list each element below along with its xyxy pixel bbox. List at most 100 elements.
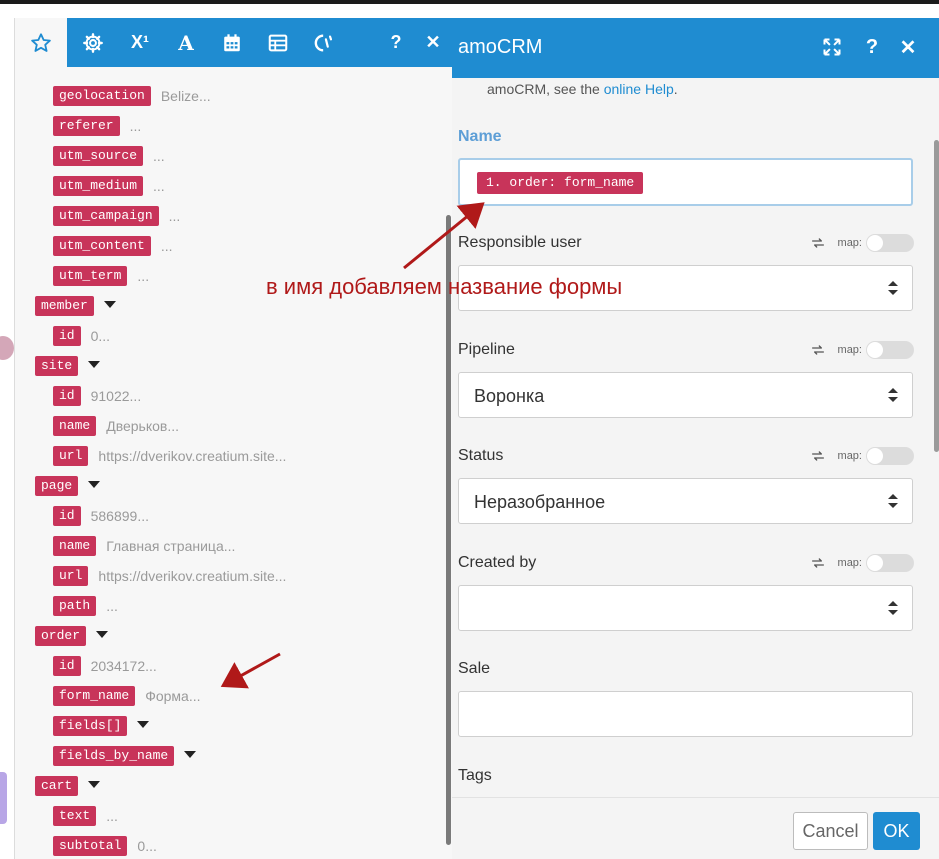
variable-pill[interactable]: utm_medium bbox=[53, 176, 144, 196]
tree-node-url[interactable]: url https://dverikov.creatium.site... bbox=[53, 446, 286, 466]
variable-pill[interactable]: url bbox=[53, 566, 89, 586]
calendar-icon[interactable] bbox=[208, 18, 256, 67]
tree-node-id[interactable]: id 586899... bbox=[53, 506, 149, 526]
expand-caret-icon[interactable] bbox=[184, 750, 197, 758]
tree-node-referer[interactable]: referer... bbox=[53, 116, 141, 136]
expand-caret-icon[interactable] bbox=[88, 780, 101, 788]
variable-pill[interactable]: fields[] bbox=[53, 716, 128, 736]
variable-value: Форма... bbox=[145, 688, 201, 704]
variable-pill[interactable]: page bbox=[35, 476, 79, 496]
variable-pill[interactable]: id bbox=[53, 656, 81, 676]
variable-pill[interactable]: cart bbox=[35, 776, 79, 796]
variable-pill[interactable]: referer bbox=[53, 116, 120, 136]
mapped-variable-chip[interactable]: 1. order: form_name bbox=[477, 172, 644, 194]
status-select[interactable]: Неразобранное bbox=[458, 478, 913, 524]
tree-node-geolocation[interactable]: geolocation Belize... bbox=[53, 86, 211, 106]
variable-value: Главная страница... bbox=[106, 538, 236, 554]
tree-node-utm-campaign[interactable]: utm_campaign... bbox=[53, 206, 180, 226]
dialog-scrollbar[interactable] bbox=[934, 140, 939, 452]
tree-node-fields[interactable]: fields[] bbox=[53, 716, 150, 736]
tree-node-utm-medium[interactable]: utm_medium... bbox=[53, 176, 165, 196]
tree-node-subtotal[interactable]: subtotal 0... bbox=[53, 836, 157, 856]
variable-pill[interactable]: site bbox=[35, 356, 79, 376]
tree-node-name[interactable]: name Главная страница... bbox=[53, 536, 235, 556]
variable-tree: geolocation Belize... referer... utm_source… bbox=[15, 67, 453, 859]
tree-node-order[interactable]: order bbox=[35, 626, 109, 646]
text-format-icon[interactable]: A bbox=[162, 18, 210, 67]
tree-node-id[interactable]: id 2034172... bbox=[53, 656, 157, 676]
expand-caret-icon[interactable] bbox=[88, 360, 101, 368]
expand-caret-icon[interactable] bbox=[103, 300, 116, 308]
variable-pill[interactable]: id bbox=[53, 386, 81, 406]
tree-node-cart[interactable]: cart bbox=[35, 776, 101, 796]
sale-input[interactable] bbox=[458, 691, 913, 737]
variable-pill[interactable]: fields_by_name bbox=[53, 746, 175, 766]
tree-node-path[interactable]: path... bbox=[53, 596, 118, 616]
name-field[interactable]: 1. order: form_name bbox=[458, 158, 913, 206]
tags-label: Tags bbox=[458, 767, 492, 784]
variable-value: 586899... bbox=[90, 508, 149, 524]
variable-pill[interactable]: path bbox=[53, 596, 97, 616]
star-icon[interactable] bbox=[15, 18, 67, 67]
tree-node-site[interactable]: site bbox=[35, 356, 101, 376]
tree-node-member[interactable]: member bbox=[35, 296, 116, 316]
online-help-link[interactable]: online Help bbox=[604, 81, 674, 97]
variable-pill[interactable]: order bbox=[35, 626, 87, 646]
map-toggle[interactable] bbox=[866, 341, 914, 359]
variable-pill[interactable]: url bbox=[53, 446, 89, 466]
ok-button[interactable]: OK bbox=[873, 812, 920, 850]
responsible-map-toggle-row: map: bbox=[810, 234, 914, 252]
variable-pill[interactable]: utm_content bbox=[53, 236, 151, 256]
variable-pill[interactable]: name bbox=[53, 536, 97, 556]
tree-node-name[interactable]: name Дверьков... bbox=[53, 416, 179, 436]
name-label: Name bbox=[458, 128, 502, 145]
refresh-icon[interactable] bbox=[810, 448, 826, 464]
tree-node-utm-term[interactable]: utm_term... bbox=[53, 266, 149, 286]
function-icon[interactable] bbox=[301, 18, 349, 67]
pipeline-select[interactable]: Воронка bbox=[458, 372, 913, 418]
dialog-help-icon[interactable]: ? bbox=[860, 35, 884, 59]
expand-caret-icon[interactable] bbox=[137, 720, 150, 728]
table-icon[interactable] bbox=[254, 18, 302, 67]
refresh-icon[interactable] bbox=[810, 235, 826, 251]
expand-icon[interactable] bbox=[820, 35, 844, 59]
variable-value: 0... bbox=[90, 328, 111, 344]
cancel-button[interactable]: Cancel bbox=[793, 812, 868, 850]
tree-node-page[interactable]: page bbox=[35, 476, 101, 496]
mapping-scrollbar[interactable] bbox=[446, 215, 451, 845]
variable-pill[interactable]: utm_campaign bbox=[53, 206, 159, 226]
refresh-icon[interactable] bbox=[810, 342, 826, 358]
gear-icon[interactable] bbox=[69, 18, 117, 67]
tree-node-id[interactable]: id 91022... bbox=[53, 386, 141, 406]
close-icon[interactable]: ✕ bbox=[409, 18, 453, 67]
variable-pill[interactable]: utm_source bbox=[53, 146, 144, 166]
refresh-icon[interactable] bbox=[810, 555, 826, 571]
tree-node-id[interactable]: id 0... bbox=[53, 326, 110, 346]
tree-node-fields-by-name[interactable]: fields_by_name bbox=[53, 746, 197, 766]
variable-pill[interactable]: id bbox=[53, 506, 81, 526]
dialog-close-icon[interactable]: ✕ bbox=[896, 35, 920, 59]
tree-node-url[interactable]: url https://dverikov.creatium.site... bbox=[53, 566, 286, 586]
variable-pill[interactable]: form_name bbox=[53, 686, 136, 706]
tree-node-utm-source[interactable]: utm_source... bbox=[53, 146, 165, 166]
variable-pill[interactable]: utm_term bbox=[53, 266, 128, 286]
created-by-select[interactable] bbox=[458, 585, 913, 631]
select-arrows-icon bbox=[888, 388, 898, 402]
variable-pill[interactable]: text bbox=[53, 806, 97, 826]
help-text: amoCRM, see the online Help. bbox=[487, 81, 678, 97]
map-toggle[interactable] bbox=[866, 554, 914, 572]
variable-pill[interactable]: id bbox=[53, 326, 81, 346]
variable-pill[interactable]: subtotal bbox=[53, 836, 128, 856]
tree-node-utm-content[interactable]: utm_content... bbox=[53, 236, 173, 256]
expand-caret-icon[interactable] bbox=[88, 480, 101, 488]
variable-value: ... bbox=[106, 598, 118, 614]
map-toggle[interactable] bbox=[866, 447, 914, 465]
variable-pill[interactable]: name bbox=[53, 416, 97, 436]
tree-node-text[interactable]: text... bbox=[53, 806, 118, 826]
variable-pill[interactable]: member bbox=[35, 296, 94, 316]
map-toggle[interactable] bbox=[866, 234, 914, 252]
superscript-icon[interactable]: X¹ bbox=[116, 18, 164, 67]
variable-pill[interactable]: geolocation bbox=[53, 86, 151, 106]
tree-node-form-name[interactable]: form_name Форма... bbox=[53, 686, 201, 706]
expand-caret-icon[interactable] bbox=[96, 630, 109, 638]
